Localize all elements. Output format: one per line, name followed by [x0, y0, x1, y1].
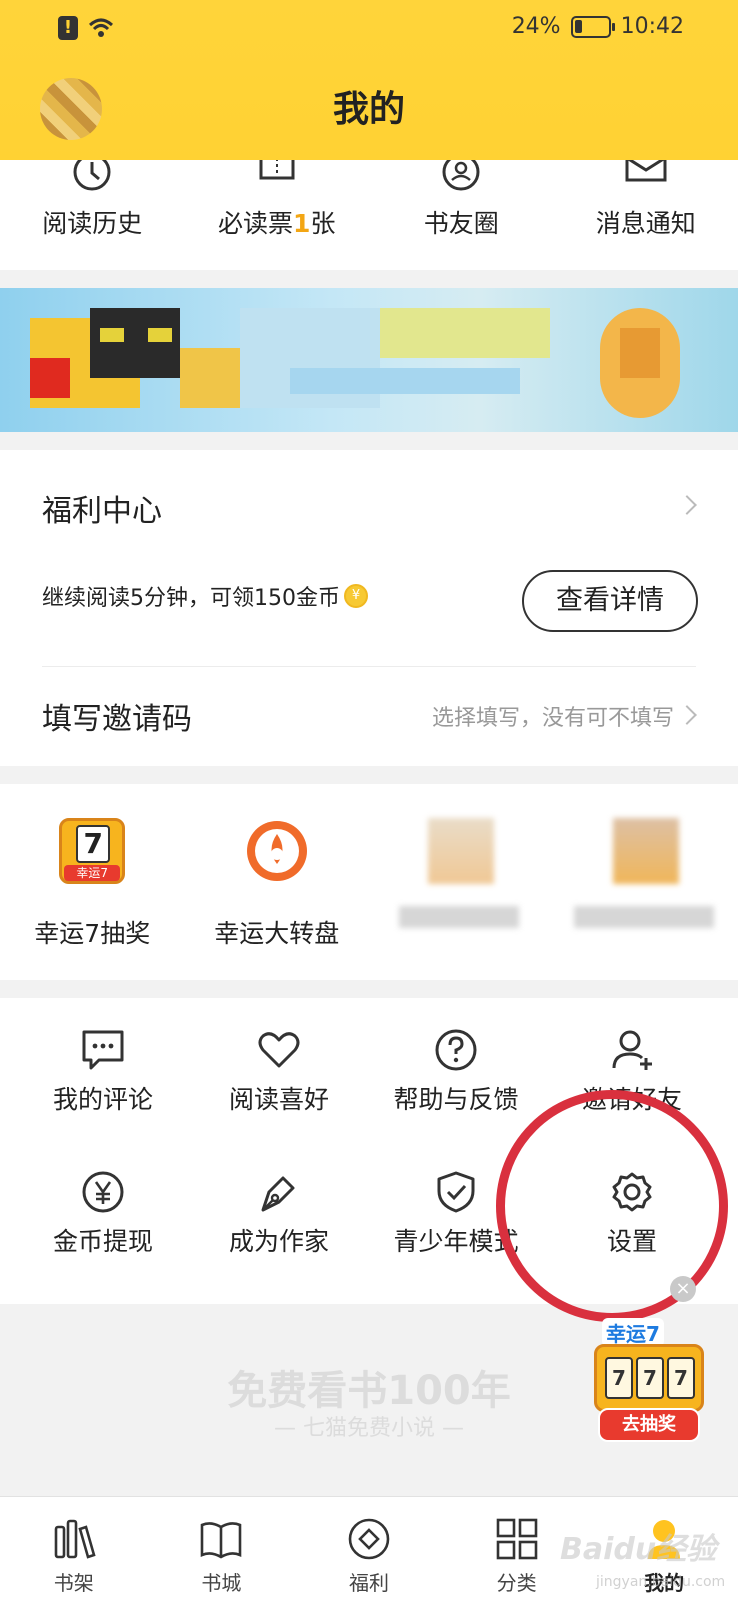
watermark-url: jingyan.baidu.com	[596, 1574, 726, 1590]
nav-welfare[interactable]: 福利	[295, 1497, 443, 1600]
tool-label: 帮助与反馈	[393, 1085, 519, 1114]
nav-label: 书架	[53, 1571, 94, 1595]
promo-banner[interactable]	[0, 288, 738, 432]
lucky-draw-float[interactable]: 幸运7 7 7 7 去抽奖	[594, 1318, 704, 1448]
grid-icon	[496, 1518, 537, 1560]
welfare-section: 福利中心 继续阅读5分钟，可领150金币 ¥ 查看详情 填写邀请码 选择填写，没…	[0, 450, 738, 766]
pen-icon	[261, 1176, 295, 1212]
game-wheel[interactable]: 幸运大转盘	[185, 784, 370, 980]
go-draw-button[interactable]: 去抽奖	[598, 1408, 700, 1442]
tool-my-comments[interactable]: 我的评论	[15, 1010, 191, 1130]
nav-bookstore[interactable]: 书城	[148, 1497, 296, 1600]
game-label: 幸运7抽奖	[34, 919, 151, 948]
welfare-title[interactable]: 福利中心	[42, 486, 162, 530]
tool-become-writer[interactable]: 成为作家	[191, 1152, 367, 1272]
tool-coin-withdraw[interactable]: 金币提现	[15, 1152, 191, 1272]
lucky-title: 幸运7	[602, 1318, 664, 1347]
quick-link-label: 消息通知	[595, 209, 696, 238]
game-blurred[interactable]	[554, 784, 738, 980]
book-icon	[201, 1522, 242, 1559]
nav-label: 分类	[496, 1571, 537, 1595]
battery-icon	[570, 15, 615, 38]
view-details-button[interactable]: 查看详情	[522, 570, 698, 632]
chevron-right-icon[interactable]	[677, 495, 697, 515]
circle-friends-icon	[442, 154, 480, 191]
blurred-label	[399, 906, 519, 928]
chevron-right-icon[interactable]	[677, 705, 697, 725]
quick-link-circle[interactable]: 书友圈	[369, 154, 554, 270]
nav-label: 福利	[348, 1571, 389, 1595]
welfare-desc: 继续阅读5分钟，可领150金币 ¥	[42, 580, 368, 612]
clock-icon	[73, 154, 111, 191]
wheel-icon	[246, 821, 307, 881]
game-lucky7[interactable]: 7 幸运7 幸运7抽奖	[0, 784, 185, 980]
watermark: Baidu经验	[560, 1532, 717, 1567]
wifi-icon	[88, 18, 114, 37]
tool-reading-preference[interactable]: 阅读喜好	[191, 1010, 367, 1130]
tool-label: 成为作家	[228, 1227, 329, 1256]
yen-coin-icon	[82, 1171, 124, 1213]
close-icon[interactable]: ×	[670, 1276, 696, 1302]
mail-icon	[625, 154, 667, 182]
invite-code-hint: 选择填写，没有可不填写	[431, 706, 674, 731]
ticket-icon	[259, 154, 295, 180]
battery-percent: 24%	[511, 14, 561, 39]
header: ! 24% 10:42 我的	[0, 0, 738, 160]
welfare-icon	[348, 1518, 390, 1560]
quick-link-history[interactable]: 阅读历史	[0, 154, 185, 270]
slot-machine-icon: 7 7 7	[594, 1344, 704, 1412]
alert-icon: !	[58, 16, 78, 40]
clock-time: 10:42	[620, 14, 684, 39]
game-label: 幸运大转盘	[214, 919, 340, 948]
tool-help-feedback[interactable]: 帮助与反馈	[368, 1010, 544, 1130]
heart-icon	[258, 1032, 300, 1068]
blurred-icon	[612, 818, 679, 884]
blurred-icon	[428, 818, 495, 884]
shield-check-icon	[437, 1171, 475, 1213]
quick-link-label: 必读票1张	[218, 209, 336, 238]
divider	[42, 666, 696, 667]
game-blurred[interactable]	[369, 784, 554, 980]
tool-label: 金币提现	[52, 1227, 153, 1256]
invite-code-title[interactable]: 填写邀请码	[42, 694, 192, 738]
help-icon	[435, 1029, 477, 1071]
tool-label: 我的评论	[52, 1085, 153, 1114]
quick-link-label: 阅读历史	[42, 209, 143, 238]
quick-link-label: 书友圈	[423, 209, 499, 238]
nav-bookshelf[interactable]: 书架	[0, 1497, 148, 1600]
tool-label: 阅读喜好	[228, 1085, 329, 1114]
coin-icon: ¥	[344, 584, 368, 608]
games-row: 7 幸运7 幸运7抽奖 幸运大转盘	[0, 784, 738, 980]
quick-links: 阅读历史 必读票1张 书友圈 消息通知	[0, 154, 738, 270]
page-title: 我的	[332, 89, 405, 130]
lucky7-icon: 7 幸运7	[59, 818, 126, 884]
comment-icon	[82, 1030, 124, 1070]
bookshelf-icon	[54, 1519, 96, 1559]
blurred-label	[573, 906, 714, 928]
add-user-icon	[612, 1030, 652, 1070]
quick-link-messages[interactable]: 消息通知	[554, 154, 738, 270]
nav-label: 书城	[201, 1571, 242, 1595]
status-bar: ! 24% 10:42	[0, 10, 738, 50]
quick-link-ticket[interactable]: 必读票1张	[185, 154, 370, 270]
